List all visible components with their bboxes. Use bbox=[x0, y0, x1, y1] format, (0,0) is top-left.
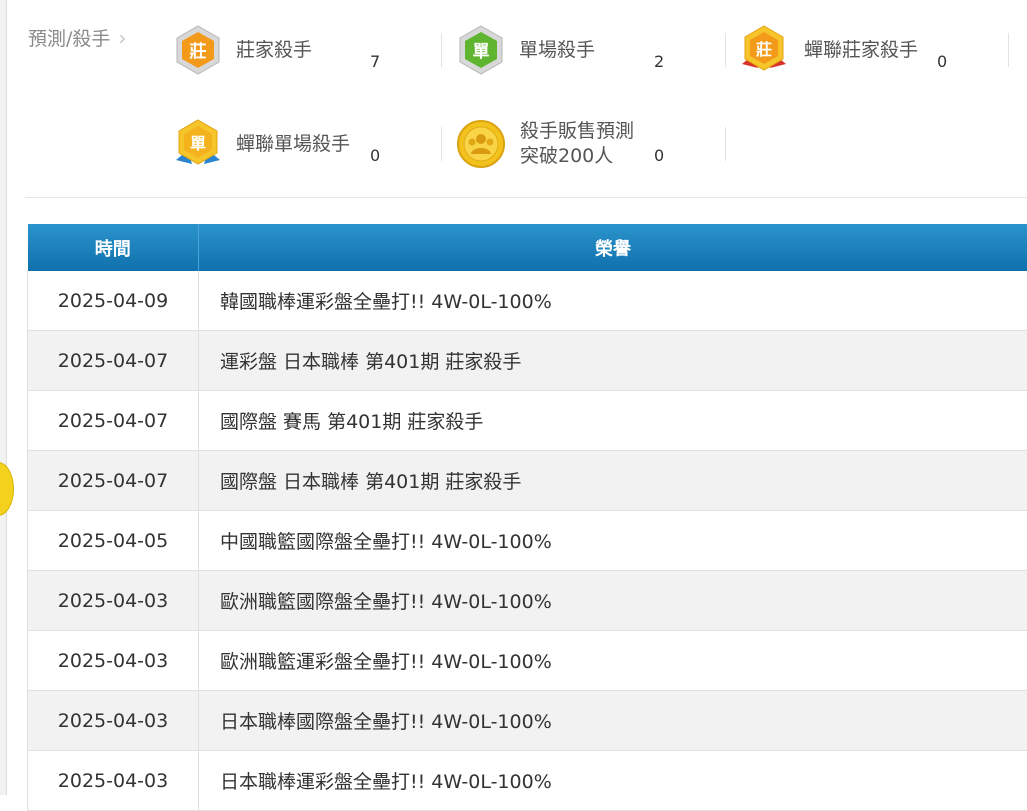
table-row: 2025-04-07 國際盤 賽馬 第401期 莊家殺手 bbox=[28, 391, 1027, 451]
row-date: 2025-04-07 bbox=[28, 331, 199, 391]
svg-text:莊: 莊 bbox=[756, 40, 772, 59]
award-label: 單場殺手 bbox=[519, 38, 595, 63]
svg-text:莊: 莊 bbox=[190, 41, 207, 62]
side-coin-icon bbox=[0, 462, 14, 516]
table-row: 2025-04-03 歐洲職籃運彩盤全壘打!! 4W-0L-100% bbox=[28, 631, 1027, 691]
row-honor: 中國職籃國際盤全壘打!! 4W-0L-100% bbox=[199, 511, 1027, 571]
divider bbox=[441, 33, 442, 67]
award-count: 0 bbox=[370, 131, 380, 179]
row-honor: 國際盤 日本職棒 第401期 莊家殺手 bbox=[199, 451, 1027, 511]
row-date: 2025-04-05 bbox=[28, 511, 199, 571]
row-honor: 國際盤 賽馬 第401期 莊家殺手 bbox=[199, 391, 1027, 451]
award-label-line2: 突破200人 bbox=[520, 145, 613, 167]
svg-text:單: 單 bbox=[473, 42, 490, 62]
award-label-line1: 殺手販售預測 bbox=[520, 120, 634, 142]
award-count: 0 bbox=[654, 131, 664, 179]
award-label: 殺手販售預測 突破200人 bbox=[520, 119, 634, 169]
row-date: 2025-04-03 bbox=[28, 751, 199, 811]
award-sales-breakthrough: 殺手販售預測 突破200人 bbox=[455, 120, 634, 168]
row-date: 2025-04-07 bbox=[28, 451, 199, 511]
award-count: 0 bbox=[937, 37, 947, 85]
table-row: 2025-04-03 日本職棒國際盤全壘打!! 4W-0L-100% bbox=[28, 691, 1027, 751]
zhuang-hexagon-badge-icon: 莊 bbox=[172, 24, 224, 76]
table-header-row: 時間 榮譽 bbox=[28, 224, 1027, 271]
left-panel-edge bbox=[0, 0, 7, 795]
honors-table: 時間 榮譽 2025-04-09 韓國職棒運彩盤全壘打!! 4W-0L-100%… bbox=[27, 224, 1027, 811]
divider bbox=[1008, 33, 1009, 67]
divider bbox=[441, 127, 442, 161]
award-zhuang-killer: 莊 莊家殺手 bbox=[172, 26, 312, 74]
row-date: 2025-04-03 bbox=[28, 631, 199, 691]
dan-ribbon-badge-icon: 單 bbox=[172, 118, 224, 170]
breadcrumb-label[interactable]: 預測/殺手 bbox=[28, 24, 110, 51]
row-honor: 日本職棒國際盤全壘打!! 4W-0L-100% bbox=[199, 691, 1027, 751]
divider bbox=[725, 127, 726, 161]
award-consecutive-zhuang-killer: 莊 蟬聯莊家殺手 bbox=[738, 26, 918, 74]
award-dan-killer: 單 單場殺手 bbox=[455, 26, 595, 74]
dan-hexagon-badge-icon: 單 bbox=[455, 24, 507, 76]
breadcrumb: 預測/殺手 › bbox=[28, 24, 126, 51]
award-label: 蟬聯莊家殺手 bbox=[804, 38, 918, 63]
row-honor: 韓國職棒運彩盤全壘打!! 4W-0L-100% bbox=[199, 271, 1027, 331]
row-date: 2025-04-03 bbox=[28, 691, 199, 751]
award-count: 2 bbox=[654, 37, 664, 85]
svg-text:單: 單 bbox=[190, 134, 206, 153]
table-row: 2025-04-05 中國職籃國際盤全壘打!! 4W-0L-100% bbox=[28, 511, 1027, 571]
award-label: 莊家殺手 bbox=[236, 38, 312, 63]
row-date: 2025-04-07 bbox=[28, 391, 199, 451]
zhuang-ribbon-badge-icon: 莊 bbox=[738, 24, 790, 76]
row-date: 2025-04-03 bbox=[28, 571, 199, 631]
chevron-right-icon: › bbox=[118, 26, 126, 50]
row-honor: 運彩盤 日本職棒 第401期 莊家殺手 bbox=[199, 331, 1027, 391]
award-label: 蟬聯單場殺手 bbox=[236, 132, 350, 157]
table-row: 2025-04-07 國際盤 日本職棒 第401期 莊家殺手 bbox=[28, 451, 1027, 511]
section-divider bbox=[25, 197, 1027, 198]
gold-coin-people-icon bbox=[455, 118, 507, 170]
column-header-honor: 榮譽 bbox=[199, 224, 1027, 271]
award-count: 7 bbox=[370, 37, 380, 85]
table-row: 2025-04-07 運彩盤 日本職棒 第401期 莊家殺手 bbox=[28, 331, 1027, 391]
row-date: 2025-04-09 bbox=[28, 271, 199, 331]
row-honor: 歐洲職籃國際盤全壘打!! 4W-0L-100% bbox=[199, 571, 1027, 631]
table-row: 2025-04-09 韓國職棒運彩盤全壘打!! 4W-0L-100% bbox=[28, 271, 1027, 331]
table-row: 2025-04-03 歐洲職籃國際盤全壘打!! 4W-0L-100% bbox=[28, 571, 1027, 631]
divider bbox=[725, 33, 726, 67]
table-row: 2025-04-03 日本職棒運彩盤全壘打!! 4W-0L-100% bbox=[28, 751, 1027, 811]
row-honor: 歐洲職籃運彩盤全壘打!! 4W-0L-100% bbox=[199, 631, 1027, 691]
row-honor: 日本職棒運彩盤全壘打!! 4W-0L-100% bbox=[199, 751, 1027, 811]
column-header-time: 時間 bbox=[28, 224, 199, 271]
award-consecutive-dan-killer: 單 蟬聯單場殺手 bbox=[172, 120, 350, 168]
